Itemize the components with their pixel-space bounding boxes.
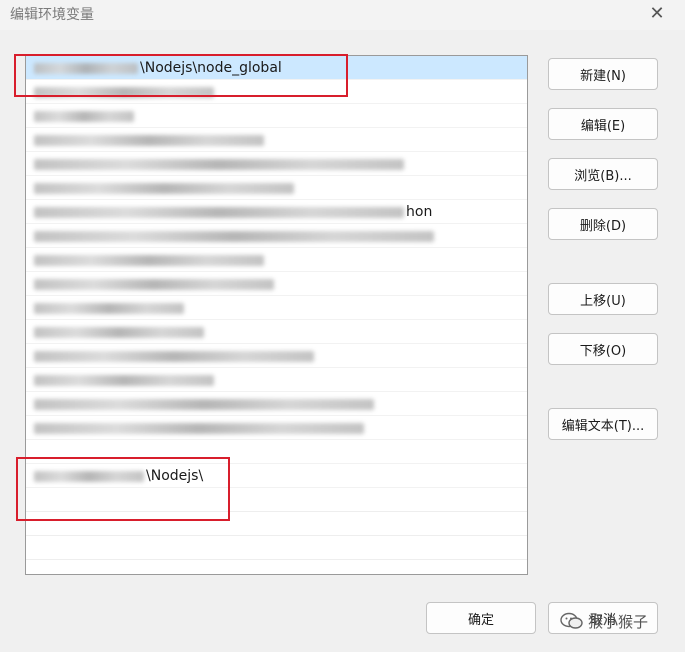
redacted-text [34, 326, 204, 338]
edit-button[interactable]: 编辑(E) [548, 108, 658, 140]
redacted-text [34, 206, 404, 218]
path-list-item[interactable] [26, 176, 527, 200]
watermark-text: 猴小猴子 [588, 612, 649, 631]
redacted-text [34, 302, 184, 314]
wechat-icon [560, 611, 584, 631]
path-list-item[interactable]: hon [26, 200, 527, 224]
redacted-text [34, 158, 404, 170]
path-list-item[interactable] [26, 392, 527, 416]
path-list-item[interactable] [26, 320, 527, 344]
redacted-text [34, 62, 138, 74]
path-list-item[interactable] [26, 272, 527, 296]
close-icon[interactable]: ✕ [645, 3, 669, 24]
path-suffix-text: \Nodejs\node_global [140, 60, 282, 76]
path-list-item[interactable] [26, 224, 527, 248]
redacted-text [34, 182, 294, 194]
path-list-item[interactable] [26, 152, 527, 176]
redacted-text [34, 230, 434, 242]
path-suffix-text: hon [406, 204, 433, 220]
redacted-text [34, 86, 214, 98]
empty-list-row[interactable] [26, 488, 527, 512]
browse-button[interactable]: 浏览(B)... [548, 158, 658, 190]
redacted-text [34, 470, 144, 482]
move-down-button[interactable]: 下移(O) [548, 333, 658, 365]
path-list-item[interactable] [26, 416, 527, 440]
path-list-item[interactable] [26, 128, 527, 152]
delete-button[interactable]: 删除(D) [548, 208, 658, 240]
path-list-item[interactable]: \Nodejs\ [26, 464, 527, 488]
window-title: 编辑环境变量 [10, 7, 94, 23]
path-list[interactable]: \Nodejs\node_globalhon \Nodejs\ [25, 55, 528, 575]
empty-list-row[interactable] [26, 512, 527, 536]
redacted-text [34, 110, 134, 122]
path-list-item[interactable] [26, 104, 527, 128]
path-list-item[interactable] [26, 344, 527, 368]
ok-button[interactable]: 确定 [426, 602, 536, 634]
path-list-item[interactable] [26, 80, 527, 104]
redacted-text [34, 278, 274, 290]
watermark: 猴小猴子 [560, 608, 648, 634]
move-up-button[interactable]: 上移(U) [548, 283, 658, 315]
path-list-item[interactable] [26, 248, 527, 272]
path-suffix-text: \Nodejs\ [146, 468, 204, 484]
redacted-text [34, 254, 264, 266]
redacted-text [34, 350, 314, 362]
empty-list-row[interactable] [26, 536, 527, 560]
title-bar: 编辑环境变量 ✕ [0, 0, 685, 30]
redacted-text [34, 134, 264, 146]
redacted-text [34, 398, 374, 410]
redacted-text [34, 374, 214, 386]
path-list-item[interactable] [26, 368, 527, 392]
path-list-item[interactable]: \Nodejs\node_global [26, 56, 527, 80]
path-list-item[interactable] [26, 296, 527, 320]
path-list-item[interactable] [26, 440, 527, 464]
new-button[interactable]: 新建(N) [548, 58, 658, 90]
redacted-text [34, 422, 364, 434]
edit-text-button[interactable]: 编辑文本(T)... [548, 408, 658, 440]
